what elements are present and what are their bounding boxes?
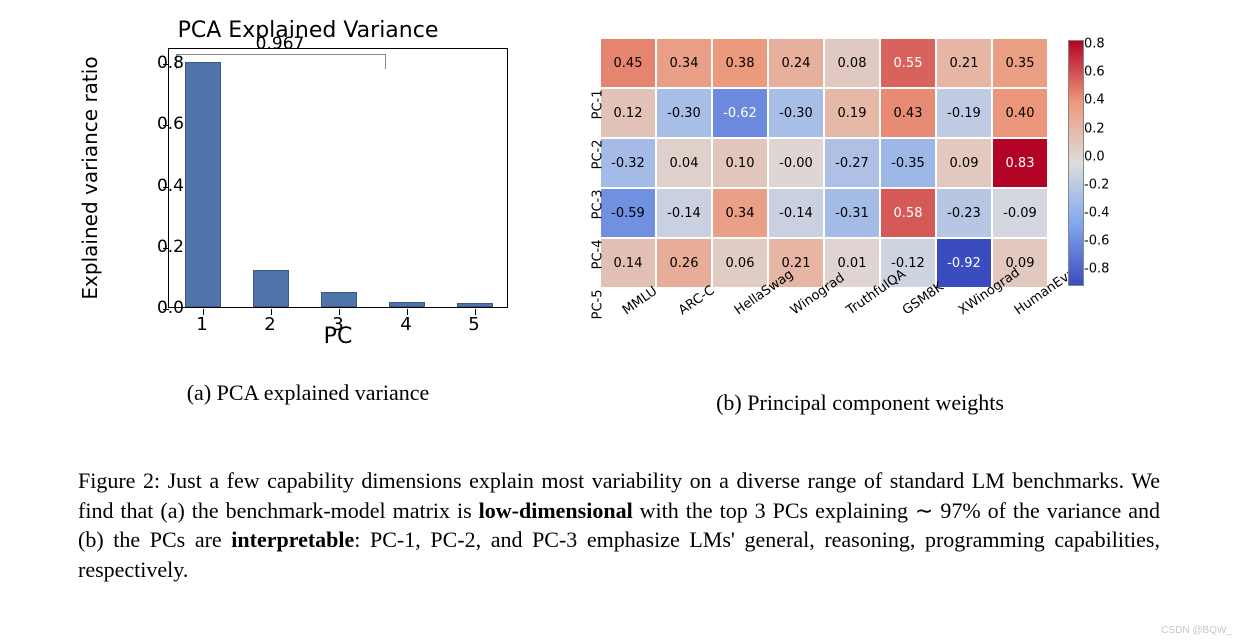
colorbar-tick: -0.4 — [1084, 205, 1109, 220]
watermark: CSDN @BQW_ — [1161, 625, 1232, 636]
heatmap-cell: 0.40 — [992, 88, 1048, 138]
colorbar-tick: 0.2 — [1084, 121, 1105, 136]
heatmap-cell: -0.31 — [824, 188, 880, 238]
heatmap: 0.450.340.380.240.080.550.210.350.12-0.3… — [560, 18, 1160, 378]
heatmap-cell: -0.59 — [600, 188, 656, 238]
bar — [321, 292, 357, 307]
heatmap-row-label: PC-2 — [591, 140, 606, 178]
heatmap-cell: 0.34 — [712, 188, 768, 238]
heatmap-col-label: ARC-C — [676, 283, 717, 318]
heatmap-cell: -0.27 — [824, 138, 880, 188]
bar — [457, 303, 493, 307]
bar — [389, 302, 425, 307]
heatmap-cell: 0.38 — [712, 38, 768, 88]
heatmap-row-label: PC-4 — [591, 240, 606, 278]
heatmap-cell: 0.55 — [880, 38, 936, 88]
heatmap-cell: 0.83 — [992, 138, 1048, 188]
colorbar-tick: -0.2 — [1084, 177, 1109, 192]
heatmap-row-label: PC-1 — [591, 90, 606, 128]
heatmap-cell: 0.45 — [600, 38, 656, 88]
caption-bold-2: interpretable — [231, 527, 354, 552]
heatmap-cell: 0.12 — [600, 88, 656, 138]
figure-page: PCA Explained Variance 0.967 Explained v… — [0, 0, 1238, 640]
heatmap-cell: 0.08 — [824, 38, 880, 88]
heatmap-cell: -0.09 — [992, 188, 1048, 238]
bar-ytick: 0.8 — [134, 53, 184, 73]
heatmap-cell: 0.09 — [936, 138, 992, 188]
heatmap-cell: -0.19 — [936, 88, 992, 138]
heatmap-cell: -0.62 — [712, 88, 768, 138]
heatmap-cell: 0.24 — [768, 38, 824, 88]
heatmap-cell: -0.32 — [600, 138, 656, 188]
heatmap-cell: -0.14 — [656, 188, 712, 238]
heatmap-row-label: PC-3 — [591, 190, 606, 228]
heatmap-cell: 0.10 — [712, 138, 768, 188]
heatmap-col-label: MMLU — [620, 284, 660, 318]
bar — [185, 62, 221, 307]
heatmap-cell: -0.30 — [656, 88, 712, 138]
heatmap-cell: 0.35 — [992, 38, 1048, 88]
bar — [253, 270, 289, 307]
figure-row: PCA Explained Variance 0.967 Explained v… — [78, 18, 1160, 438]
subcaption-a: (a) PCA explained variance — [187, 380, 430, 406]
heatmap-cell: -0.35 — [880, 138, 936, 188]
colorbar-tick: 0.8 — [1084, 37, 1105, 52]
bar-ytick: 0.0 — [134, 298, 184, 318]
bar-ytick: 0.2 — [134, 237, 184, 257]
bar-xlabel: PC — [168, 324, 508, 349]
heatmap-cell: 0.06 — [712, 238, 768, 288]
colorbar-tick: 0.4 — [1084, 93, 1105, 108]
heatmap-cell: -0.14 — [768, 188, 824, 238]
subfigure-a: PCA Explained Variance 0.967 Explained v… — [78, 18, 538, 406]
colorbar — [1068, 40, 1084, 286]
subcaption-b: (b) Principal component weights — [716, 390, 1004, 416]
heatmap-cell: 0.21 — [936, 38, 992, 88]
bar-ytick: 0.4 — [134, 176, 184, 196]
heatmap-row-label: PC-5 — [591, 290, 606, 328]
colorbar-tick: -0.8 — [1084, 262, 1109, 277]
heatmap-cell: 0.14 — [600, 238, 656, 288]
heatmap-cell: -0.92 — [936, 238, 992, 288]
caption-bold-1: low-dimensional — [479, 498, 633, 523]
figure-caption: Figure 2: Just a few capability dimensio… — [78, 466, 1160, 585]
heatmap-cell: 0.26 — [656, 238, 712, 288]
heatmap-cell: -0.23 — [936, 188, 992, 238]
colorbar-tick: 0.0 — [1084, 149, 1105, 164]
heatmap-cell: 0.43 — [880, 88, 936, 138]
subfigure-b: 0.450.340.380.240.080.550.210.350.12-0.3… — [560, 18, 1160, 416]
bar-plot-area — [168, 48, 508, 308]
heatmap-cell: -0.00 — [768, 138, 824, 188]
bar-ylabel: Explained variance ratio — [78, 48, 102, 308]
colorbar-tick: 0.6 — [1084, 65, 1105, 80]
heatmap-cell: -0.30 — [768, 88, 824, 138]
heatmap-cell: 0.19 — [824, 88, 880, 138]
bar-chart: PCA Explained Variance 0.967 Explained v… — [88, 18, 528, 368]
heatmap-cell: 0.34 — [656, 38, 712, 88]
colorbar-tick: -0.6 — [1084, 234, 1109, 249]
heatmap-cell: 0.04 — [656, 138, 712, 188]
heatmap-cell: 0.58 — [880, 188, 936, 238]
bar-ytick: 0.6 — [134, 114, 184, 134]
